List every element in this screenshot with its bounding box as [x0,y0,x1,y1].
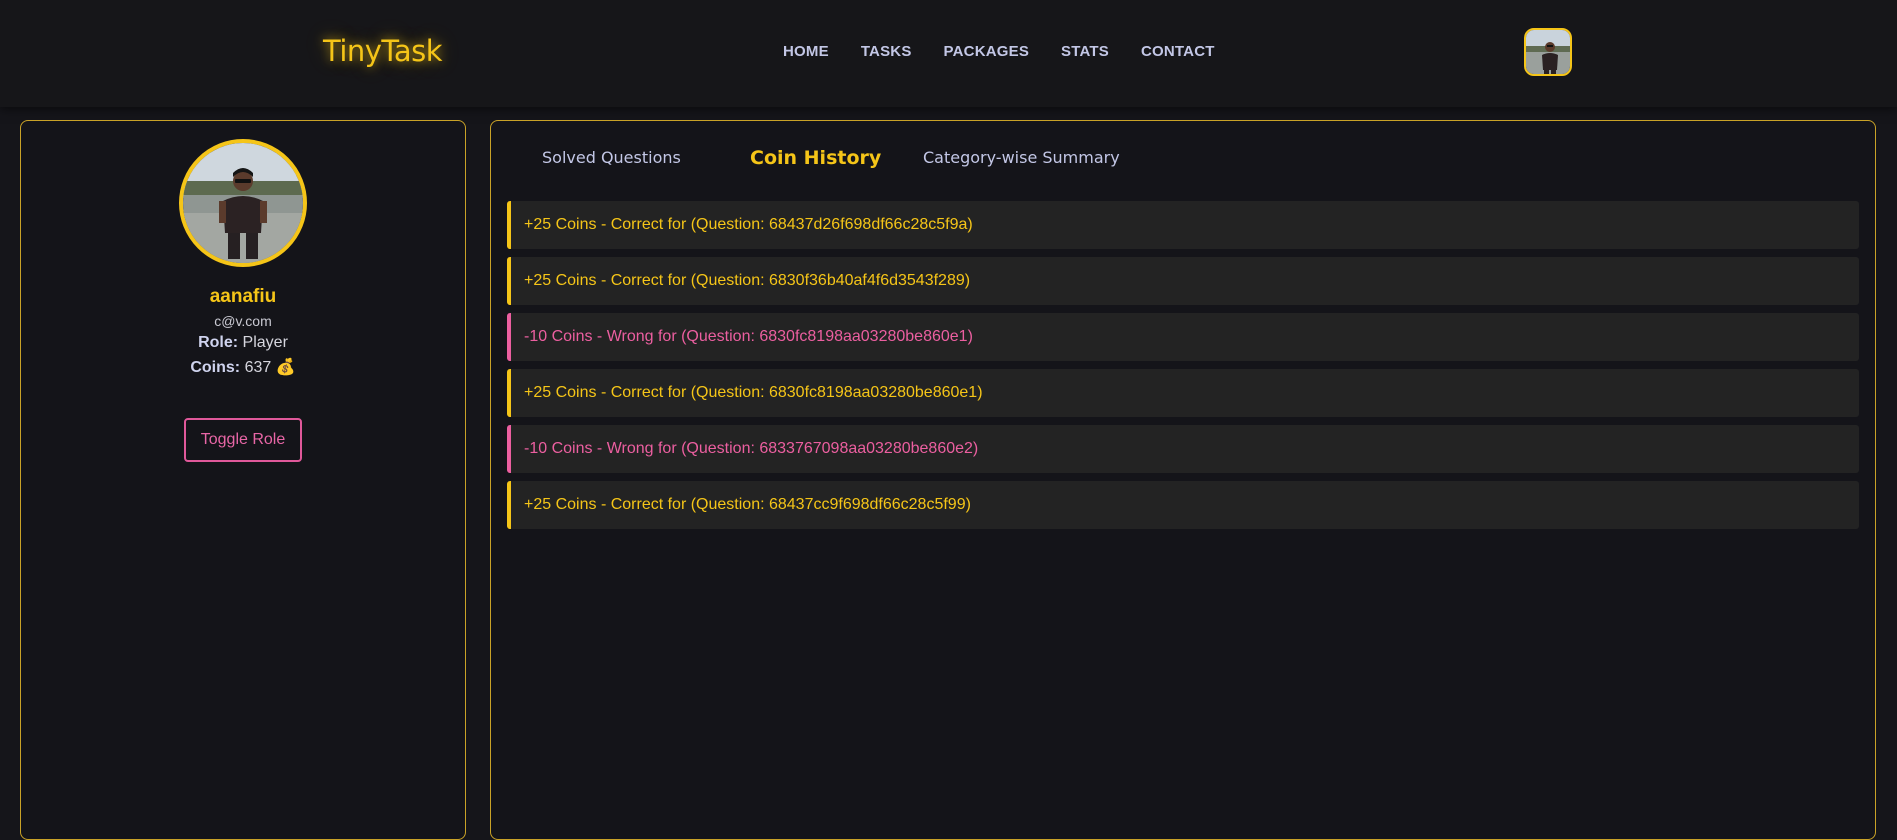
role-value: Player [242,334,288,351]
history-item: +25 Coins - Correct for (Question: 68437… [507,201,1859,249]
tab-solved-questions[interactable]: Solved Questions [542,148,681,167]
user-avatar-button[interactable] [1524,28,1572,76]
money-bag-icon: 💰 [275,359,296,376]
avatar-photo [1526,30,1570,74]
coins-label: Coins: [190,359,241,376]
history-item: -10 Coins - Wrong for (Question: 6830fc8… [507,313,1859,361]
tab-coin-history[interactable]: Coin History [750,147,881,169]
history-item: +25 Coins - Correct for (Question: 6830f… [507,257,1859,305]
nav-home[interactable]: HOME [783,43,829,60]
activity-panel: Solved Questions Coin History Category-w… [490,120,1876,840]
nav-packages[interactable]: PACKAGES [944,43,1030,60]
profile-avatar [179,139,307,267]
profile-panel: aanafiu c@v.com Role: Player Coins: 637 … [20,120,466,840]
profile-coins: Coins: 637 💰 [21,357,465,377]
profile-role: Role: Player [21,334,465,352]
profile-username: aanafiu [209,286,277,307]
tab-category-summary[interactable]: Category-wise Summary [923,148,1120,167]
history-item: -10 Coins - Wrong for (Question: 6833767… [507,425,1859,473]
toggle-role-button[interactable]: Toggle Role [184,418,302,462]
coin-history-list: +25 Coins - Correct for (Question: 68437… [507,201,1859,537]
nav-contact[interactable]: CONTACT [1141,43,1215,60]
app-logo[interactable]: TinyTask [323,34,443,68]
nav-stats[interactable]: STATS [1061,43,1109,60]
history-item: +25 Coins - Correct for (Question: 68437… [507,481,1859,529]
profile-photo-image [183,143,303,263]
top-navbar: TinyTask HOME TASKS PACKAGES STATS CONTA… [0,0,1897,107]
coins-value: 637 [244,359,272,376]
main-nav: HOME TASKS PACKAGES STATS CONTACT [783,43,1215,60]
nav-tasks[interactable]: TASKS [861,43,912,60]
history-item: +25 Coins - Correct for (Question: 6830f… [507,369,1859,417]
profile-email: c@v.com [214,313,272,329]
role-label: Role: [198,334,239,351]
